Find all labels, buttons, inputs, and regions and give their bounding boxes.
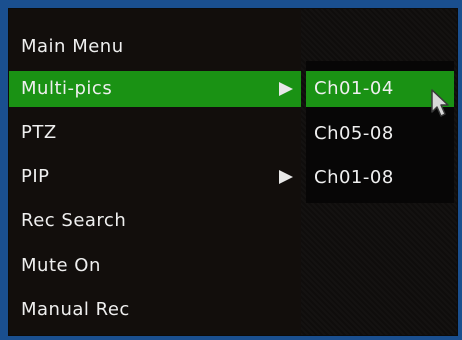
menu-item-label: Multi-pics <box>21 78 113 99</box>
submenu-item-label: Ch05-08 <box>314 123 394 144</box>
submenu-item-label: Ch01-08 <box>314 167 394 188</box>
submenu-item-ch01-08[interactable]: Ch01-08 <box>306 160 454 196</box>
menu-item-manual-rec[interactable]: Manual Rec <box>9 292 301 328</box>
submenu-item-ch05-08[interactable]: Ch05-08 <box>306 116 454 152</box>
menu-item-multi-pics[interactable]: Multi-pics <box>9 71 301 107</box>
menu-item-label: Rec Search <box>21 210 127 231</box>
menu-item-mute-on[interactable]: Mute On <box>9 248 301 284</box>
menu-item-label: Manual Rec <box>21 299 130 320</box>
multi-pics-submenu: Ch01-04 Ch05-08 Ch01-08 <box>306 61 454 203</box>
menu-item-pip[interactable]: PIP <box>9 159 301 195</box>
main-menu-title: Main Menu <box>21 36 124 57</box>
menu-item-rec-search[interactable]: Rec Search <box>9 203 301 239</box>
osd-menu-window: Main Menu Multi-pics PTZ PIP Rec Search … <box>8 8 458 336</box>
main-menu: Main Menu Multi-pics PTZ PIP Rec Search … <box>9 9 301 335</box>
menu-item-ptz[interactable]: PTZ <box>9 115 301 151</box>
submenu-arrow-icon <box>279 82 293 96</box>
menu-item-label: PIP <box>21 166 50 187</box>
submenu-arrow-icon <box>279 170 293 184</box>
submenu-item-label: Ch01-04 <box>314 78 394 99</box>
mouse-pointer-icon <box>431 89 449 117</box>
menu-item-label: PTZ <box>21 122 57 143</box>
menu-item-label: Mute On <box>21 255 101 276</box>
